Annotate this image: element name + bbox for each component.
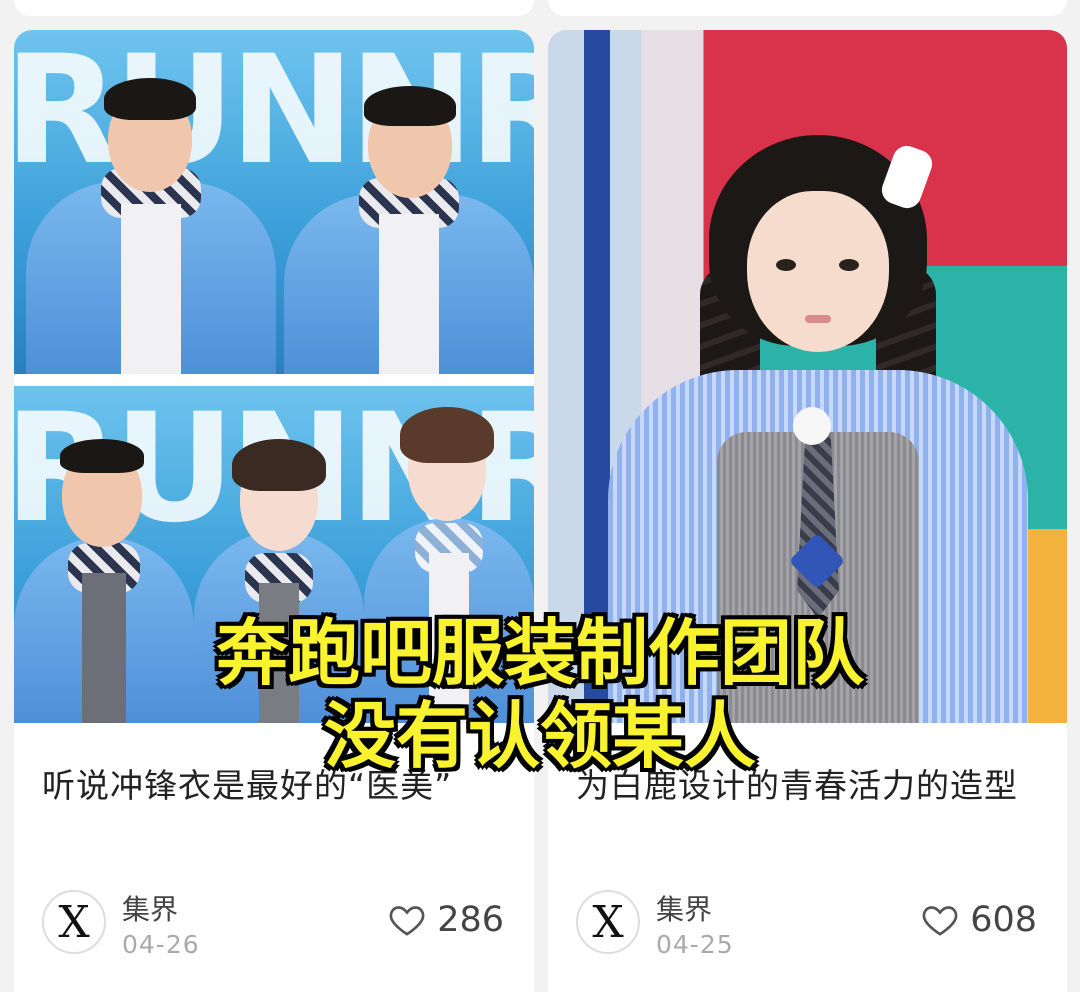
author-name[interactable]: 集界 <box>656 888 712 928</box>
heart-outline-icon <box>922 906 958 936</box>
like-count: 608 <box>970 900 1037 940</box>
like-count: 286 <box>437 900 504 940</box>
person-right <box>284 84 534 374</box>
overlay-caption-line1: 奔跑吧服装制作团队 <box>215 611 864 695</box>
person-left <box>26 64 276 374</box>
like-button[interactable]: 608 <box>920 900 1037 940</box>
heart-outline-icon <box>389 906 425 936</box>
photo-panel-top: RUNNRUNN <box>14 30 534 374</box>
author-name[interactable]: 集界 <box>122 888 178 928</box>
like-button[interactable]: 286 <box>387 900 504 940</box>
previous-card-stub-left <box>14 0 534 16</box>
feed-card-right[interactable]: 为白鹿设计的青春活力的造型 X 集界 04-25 608 <box>548 30 1067 992</box>
author-avatar[interactable]: X <box>42 890 106 954</box>
author-avatar[interactable]: X <box>576 890 640 954</box>
overlay-caption-line2: 没有认领某人 <box>323 694 756 778</box>
post-date: 04-25 <box>656 930 734 959</box>
previous-card-stub-right <box>548 0 1067 16</box>
post-date: 04-26 <box>122 930 200 959</box>
feed-card-left[interactable]: RUNNRUNN RUNNRUNN <box>14 30 534 992</box>
